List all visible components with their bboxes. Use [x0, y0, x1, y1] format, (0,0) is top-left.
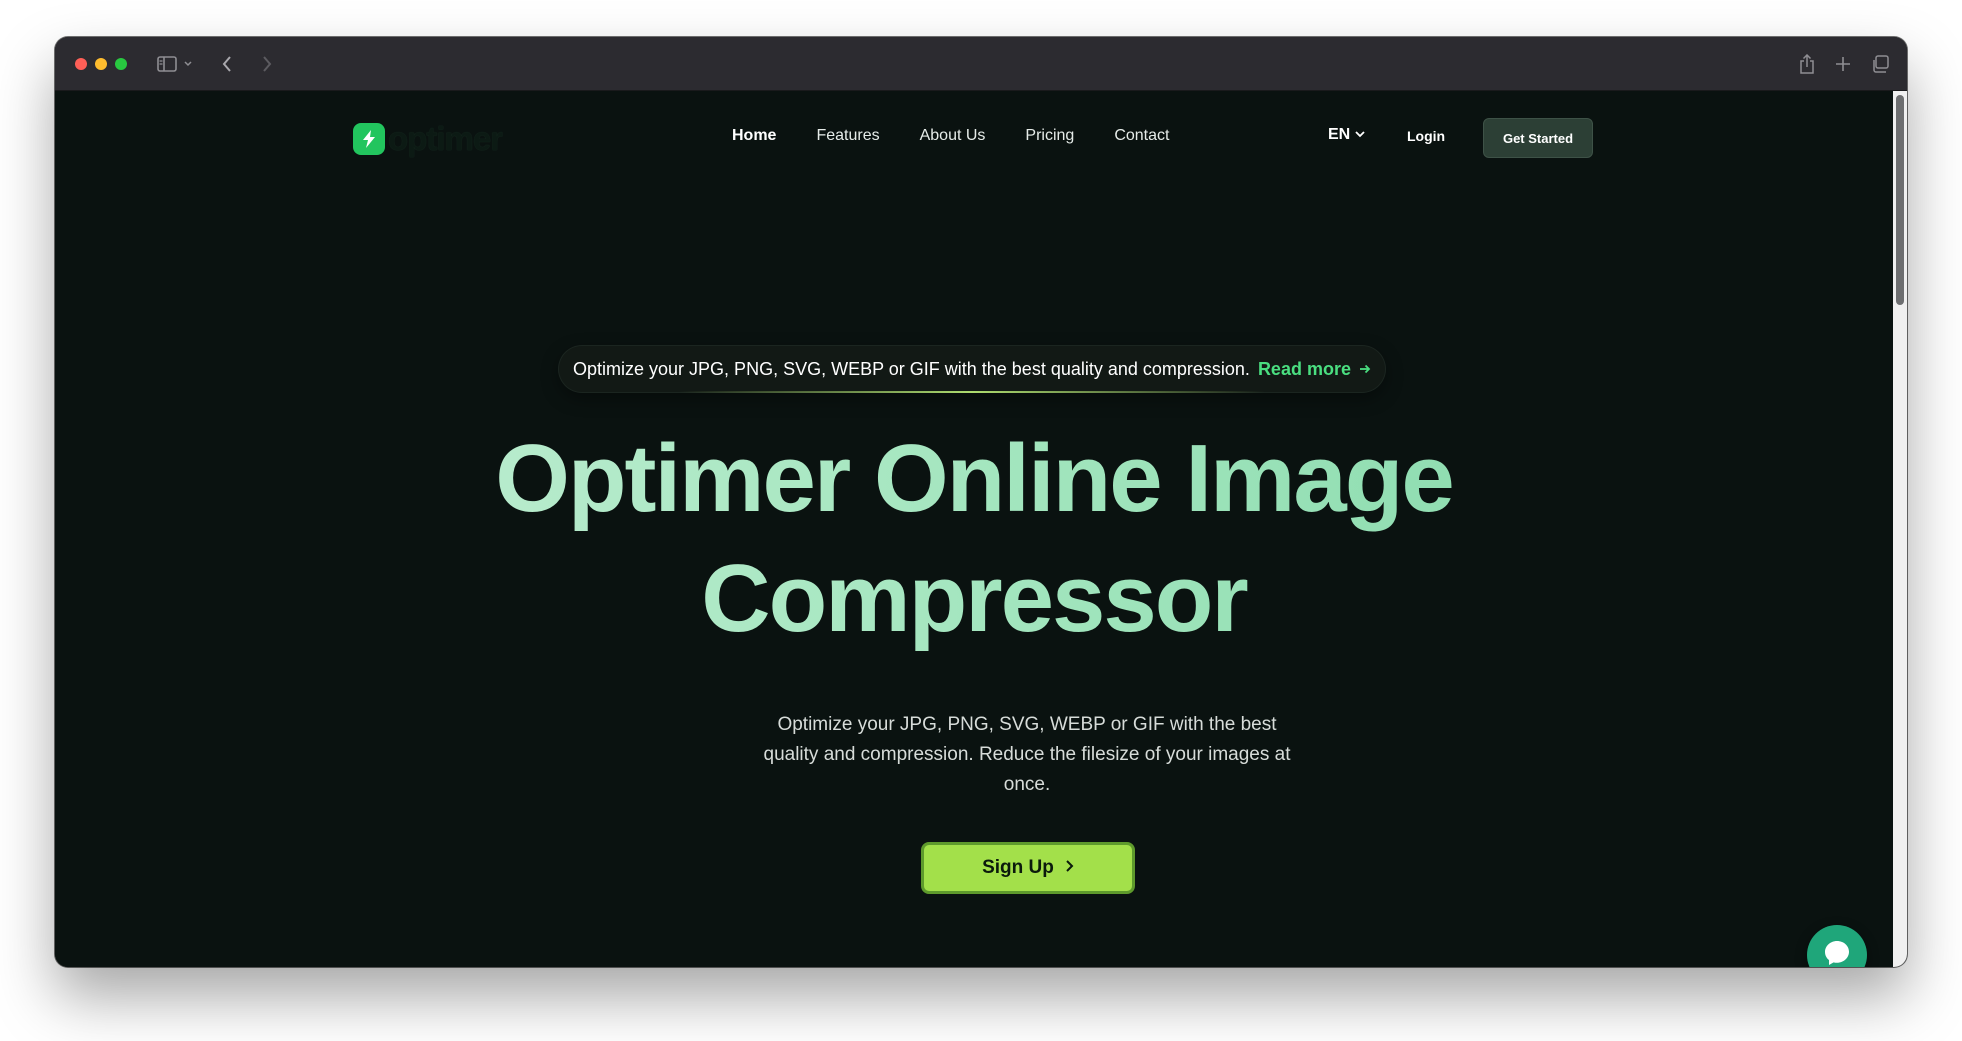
- nav-link-about-us[interactable]: About Us: [920, 127, 986, 145]
- page-viewport: optimer Home Features About Us Pricing C…: [55, 91, 1907, 967]
- nav-link-contact[interactable]: Contact: [1114, 127, 1169, 145]
- hero-title-line-1: Optimer Online Image: [495, 425, 1453, 532]
- tabs-overview-icon[interactable]: [1871, 54, 1889, 73]
- browser-titlebar: [55, 37, 1907, 91]
- get-started-button[interactable]: Get Started: [1483, 118, 1593, 158]
- browser-window: optimer Home Features About Us Pricing C…: [55, 37, 1907, 967]
- nav-link-home[interactable]: Home: [732, 127, 776, 145]
- back-icon[interactable]: [221, 55, 233, 73]
- language-label: EN: [1328, 126, 1351, 143]
- maximize-window-button[interactable]: [115, 57, 127, 70]
- announcement-glow: [679, 391, 1265, 393]
- window-controls: [75, 57, 127, 70]
- login-link[interactable]: Login: [1407, 128, 1445, 144]
- language-selector[interactable]: EN: [1328, 126, 1366, 144]
- lightning-icon: [353, 122, 385, 155]
- chevron-down-icon: [1354, 126, 1366, 144]
- chevron-down-icon[interactable]: [183, 60, 193, 68]
- scrollbar-thumb[interactable]: [1896, 95, 1904, 305]
- sign-up-button[interactable]: Sign Up: [921, 842, 1135, 894]
- scrollbar-track[interactable]: [1893, 91, 1907, 967]
- sign-up-label: Sign Up: [982, 857, 1054, 878]
- read-more-label: Read more: [1257, 358, 1351, 379]
- close-window-button[interactable]: [75, 57, 87, 70]
- nav-link-features[interactable]: Features: [816, 127, 879, 145]
- site-logo[interactable]: optimer: [353, 120, 503, 157]
- read-more-link[interactable]: Read more: [1258, 359, 1371, 380]
- arrow-right-icon: [1359, 359, 1371, 380]
- main-nav: Home Features About Us Pricing Contact: [732, 127, 1169, 145]
- hero-title-line-2: Compressor: [701, 545, 1247, 652]
- site-header: optimer Home Features About Us Pricing C…: [55, 91, 1893, 187]
- announcement-text: Optimize your JPG, PNG, SVG, WEBP or GIF…: [573, 358, 1250, 379]
- chat-widget-button[interactable]: [1807, 925, 1867, 967]
- sidebar-icon[interactable]: [157, 55, 177, 72]
- nav-link-pricing[interactable]: Pricing: [1025, 127, 1074, 145]
- hero-subtitle: Optimize your JPG, PNG, SVG, WEBP or GIF…: [763, 714, 1291, 795]
- announcement-bar: Optimize your JPG, PNG, SVG, WEBP or GIF…: [559, 346, 1385, 393]
- new-tab-icon[interactable]: [1835, 56, 1851, 72]
- share-icon[interactable]: [1799, 53, 1815, 74]
- hero-title: Optimer Online Image Compressor: [55, 419, 1893, 659]
- chevron-right-icon: [1064, 857, 1074, 879]
- logo-text: optimer: [388, 120, 503, 157]
- minimize-window-button[interactable]: [95, 57, 107, 70]
- forward-icon[interactable]: [261, 55, 273, 73]
- chat-bubble-icon: [1822, 938, 1852, 968]
